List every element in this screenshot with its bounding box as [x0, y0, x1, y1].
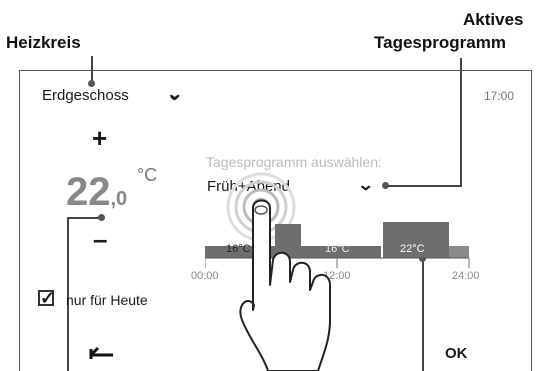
timeline-label-3: 22°C — [400, 243, 425, 255]
temp-unit: °C — [137, 165, 158, 185]
today-only-checkbox[interactable]: ✓ — [38, 288, 56, 308]
circuit-select-value: Erdgeschoss — [42, 87, 129, 104]
timeline-axis-end: 24:00 — [452, 270, 480, 282]
callout-aktives: Aktives — [463, 10, 524, 29]
temp-decimal: ,0 — [110, 188, 128, 210]
program-chevron-down-icon[interactable]: ⌄ — [357, 175, 374, 195]
today-only-label: nur für Heute — [66, 292, 148, 308]
checkmark-icon: ✓ — [40, 288, 56, 308]
hand-pointer-icon — [239, 199, 331, 371]
target-temperature: 22,0 — [66, 170, 127, 215]
circuit-select[interactable]: Erdgeschoss — [42, 87, 129, 104]
temp-integer: 22 — [66, 170, 111, 214]
timeline-segment-low-3 — [449, 246, 469, 258]
ok-button[interactable]: OK — [445, 345, 468, 362]
clock: 17:00 — [484, 89, 515, 103]
increase-temp-button[interactable]: + — [92, 123, 107, 154]
chevron-down-icon[interactable]: ⌄ — [166, 84, 183, 104]
timeline-axis-start: 00:00 — [191, 270, 219, 282]
program-hint: Tagesprogramm auswählen: — [206, 154, 382, 170]
callout-tagesprogramm: Tagesprogramm — [374, 33, 506, 52]
callout-heizkreis: Heizkreis — [6, 33, 81, 52]
decrease-temp-button[interactable]: – — [93, 224, 107, 255]
back-arrow-icon[interactable] — [89, 345, 115, 361]
